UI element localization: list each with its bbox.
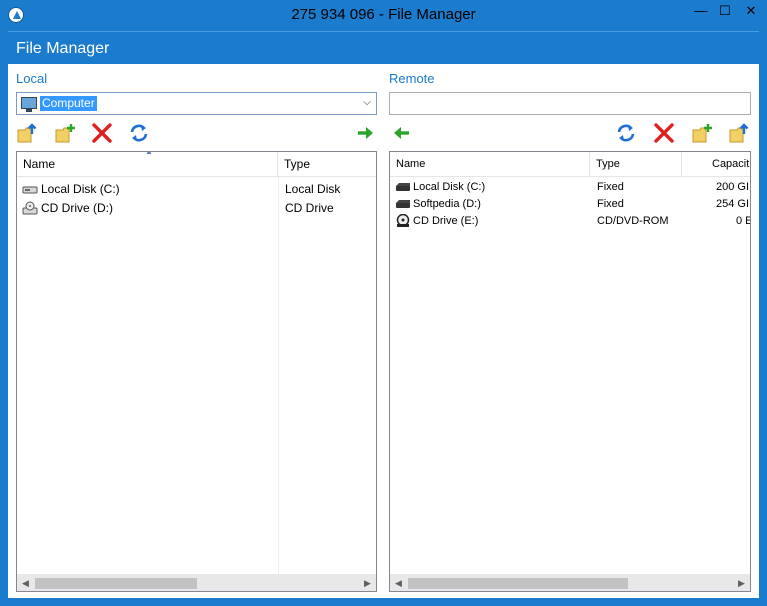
remote-column-capacity[interactable]: Capacit: [682, 152, 750, 177]
cd-drive-icon: [22, 201, 38, 215]
local-refresh-button[interactable]: [128, 122, 150, 144]
row-name: CD Drive (E:): [413, 215, 479, 227]
hard-drive-icon: [396, 200, 410, 208]
row-type: Fixed: [597, 198, 624, 210]
refresh-icon: [617, 124, 635, 142]
local-column-divider: [278, 177, 279, 574]
hard-drive-icon: [22, 186, 38, 194]
local-new-folder-button[interactable]: [54, 122, 76, 144]
new-folder-icon: [692, 124, 712, 143]
remote-horizontal-scrollbar[interactable]: ◀ ▶: [390, 574, 750, 591]
row-type: CD Drive: [285, 201, 334, 215]
row-name: Softpedia (D:): [413, 198, 481, 210]
transfer-left-button[interactable]: [390, 122, 412, 144]
local-delete-button[interactable]: [91, 122, 113, 144]
sort-ascending-icon: ▲: [145, 151, 153, 156]
scroll-left-icon[interactable]: ◀: [17, 575, 34, 591]
transfer-right-button[interactable]: [355, 122, 377, 144]
row-capacity: 0 E: [736, 215, 751, 227]
window-title: 275 934 096 - File Manager: [291, 6, 476, 23]
row-type: Fixed: [597, 181, 624, 193]
local-label: Local: [16, 71, 48, 86]
client-area: File Manager Local Computer ⌵ Name ▲ Typ…: [8, 31, 759, 598]
remote-label: Remote: [389, 71, 435, 86]
cd-drive-icon: [396, 214, 410, 227]
transfer-right-icon: [358, 127, 373, 139]
row-name: CD Drive (D:): [41, 201, 113, 215]
local-horizontal-scrollbar[interactable]: ◀ ▶: [17, 574, 376, 591]
local-file-list[interactable]: Name ▲ Type Local Disk (C:) Local Disk C…: [16, 151, 377, 592]
hard-drive-icon: [396, 183, 410, 191]
row-capacity: 254 GI: [716, 198, 750, 210]
maximize-button[interactable]: ☐: [712, 0, 738, 24]
delete-icon: [654, 123, 674, 143]
local-location-combo[interactable]: Computer ⌵: [16, 92, 377, 115]
table-row[interactable]: Softpedia (D:) Fixed 254 GI: [390, 196, 750, 213]
title-bar[interactable]: 275 934 096 - File Manager — ☐ ✕: [0, 0, 767, 31]
table-row[interactable]: CD Drive (D:) CD Drive: [17, 199, 376, 218]
header-band: File Manager: [8, 31, 759, 64]
minimize-button[interactable]: —: [688, 0, 714, 24]
table-row[interactable]: Local Disk (C:) Fixed 200 GI: [390, 179, 750, 196]
scroll-thumb[interactable]: [408, 578, 628, 589]
remote-delete-button[interactable]: [653, 122, 675, 144]
row-name: Local Disk (C:): [413, 181, 486, 193]
remote-column-name[interactable]: Name: [390, 152, 590, 177]
chevron-down-icon[interactable]: ⌵: [361, 96, 373, 110]
refresh-icon: [130, 124, 148, 142]
remote-location-input[interactable]: [389, 92, 751, 115]
row-type: Local Disk: [285, 182, 341, 196]
scroll-thumb[interactable]: [35, 578, 197, 589]
remote-column-type[interactable]: Type: [590, 152, 682, 177]
file-manager-window: 275 934 096 - File Manager — ☐ ✕ File Ma…: [0, 0, 767, 606]
remote-new-folder-button[interactable]: [691, 122, 713, 144]
scroll-right-icon[interactable]: ▶: [733, 575, 750, 591]
folder-up-icon: [729, 123, 749, 143]
row-type: CD/DVD-ROM: [597, 215, 669, 227]
page-title: File Manager: [16, 40, 110, 57]
folder-up-icon: [17, 123, 37, 143]
scroll-right-icon[interactable]: ▶: [359, 575, 376, 591]
row-name: Local Disk (C:): [41, 182, 120, 196]
local-column-type[interactable]: Type: [278, 152, 376, 177]
new-folder-icon: [55, 124, 75, 143]
computer-icon: [21, 97, 37, 112]
close-button[interactable]: ✕: [738, 0, 764, 24]
local-folder-up-button[interactable]: [16, 122, 38, 144]
remote-list-header: Name Type Capacit: [390, 152, 750, 177]
scroll-left-icon[interactable]: ◀: [390, 575, 407, 591]
remote-folder-up-button[interactable]: [728, 122, 750, 144]
delete-icon: [92, 123, 112, 143]
transfer-left-icon: [394, 127, 409, 139]
local-location-value: Computer: [40, 96, 97, 111]
local-list-header: Name ▲ Type: [17, 152, 376, 177]
table-row[interactable]: CD Drive (E:) CD/DVD-ROM 0 E: [390, 213, 750, 230]
remote-file-list[interactable]: Name Type Capacit Local Disk (C:) Fixed …: [389, 151, 751, 592]
row-capacity: 200 GI: [716, 181, 750, 193]
table-row[interactable]: Local Disk (C:) Local Disk: [17, 180, 376, 199]
remote-refresh-button[interactable]: [615, 122, 637, 144]
